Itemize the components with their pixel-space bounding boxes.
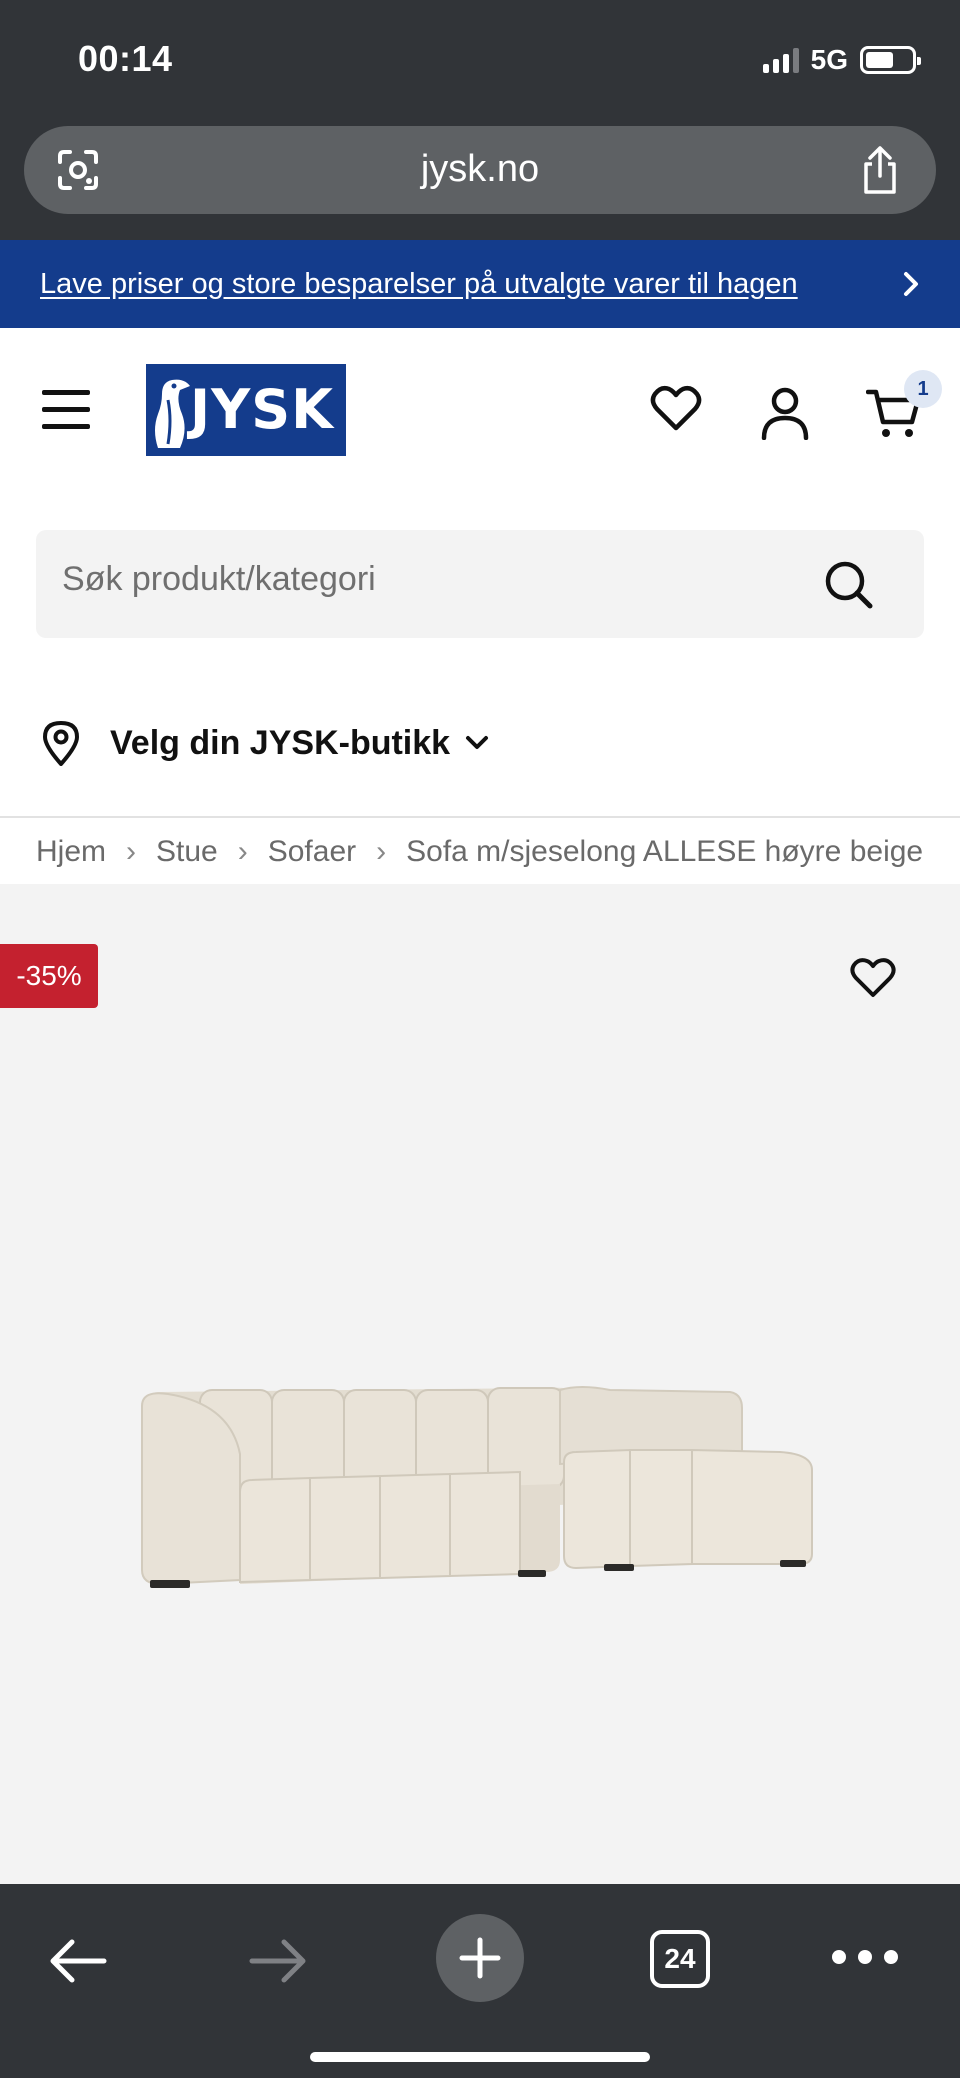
breadcrumb-item-home[interactable]: Hjem (36, 819, 106, 884)
breadcrumb-item-stue[interactable]: Stue (156, 819, 218, 884)
arrow-left-icon[interactable] (48, 1936, 108, 1986)
store-label[interactable]: Velg din JYSK-butikk (110, 724, 450, 763)
bird-logo-icon (155, 379, 190, 448)
heart-icon[interactable] (850, 956, 896, 998)
url-text[interactable]: jysk.no (24, 148, 936, 191)
heart-icon[interactable] (650, 384, 702, 432)
location-pin-icon (43, 721, 79, 766)
signal-icon (762, 47, 799, 73)
breadcrumb-separator: › (126, 835, 137, 869)
breadcrumb: Hjem › Stue › Sofaer › Sofa m/sjeselong ALLESE… (0, 818, 960, 884)
breadcrumb-item-current: Sofa m/sjeselong ALLESE høyre beige (406, 835, 924, 869)
battery-icon (860, 46, 921, 74)
jysk-logo[interactable]: JYSK (146, 364, 346, 456)
arrow-right-icon[interactable] (248, 1936, 308, 1986)
sofa-product-image (141, 1386, 813, 1588)
product-image-area[interactable]: -35% (0, 884, 960, 1884)
chevron-right-icon (904, 272, 918, 296)
plus-icon (459, 1937, 501, 1979)
network-label: 5G (810, 44, 848, 75)
more-icon[interactable] (832, 1950, 898, 1966)
cart-count-badge[interactable]: 1 (904, 370, 942, 408)
tab-switcher-button[interactable]: 24 (650, 1930, 710, 1988)
home-indicator (310, 2052, 650, 2062)
status-time: 00:14 (78, 38, 173, 79)
breadcrumb-separator: › (376, 835, 387, 869)
site-header: JYSK 1 Velg din JYSK-butikk (0, 328, 960, 818)
search-box[interactable] (36, 530, 924, 638)
user-icon[interactable] (760, 386, 810, 440)
store-selector[interactable]: Velg din JYSK-butikk (0, 688, 960, 818)
hamburger-menu-icon[interactable] (42, 390, 90, 430)
chevron-down-icon[interactable] (462, 728, 492, 758)
breadcrumb-separator: › (237, 835, 248, 869)
breadcrumb-item-sofaer[interactable]: Sofaer (268, 819, 356, 884)
browser-top-chrome: 00:14 5G jysk.no (0, 0, 960, 240)
status-indicators: 5G (762, 44, 921, 76)
search-input[interactable] (62, 560, 822, 599)
promo-banner[interactable]: Lave priser og store besparelser på utva… (0, 240, 960, 328)
search-icon[interactable] (824, 560, 874, 610)
share-icon[interactable] (856, 144, 904, 196)
browser-bottom-toolbar: 24 (0, 1884, 960, 2078)
promo-link[interactable]: Lave priser og store besparelser på utva… (40, 268, 798, 301)
discount-badge: -35% (0, 944, 98, 1008)
logo-text: JYSK (190, 378, 334, 441)
new-tab-button[interactable] (436, 1914, 524, 2002)
address-bar[interactable]: jysk.no (24, 126, 936, 214)
